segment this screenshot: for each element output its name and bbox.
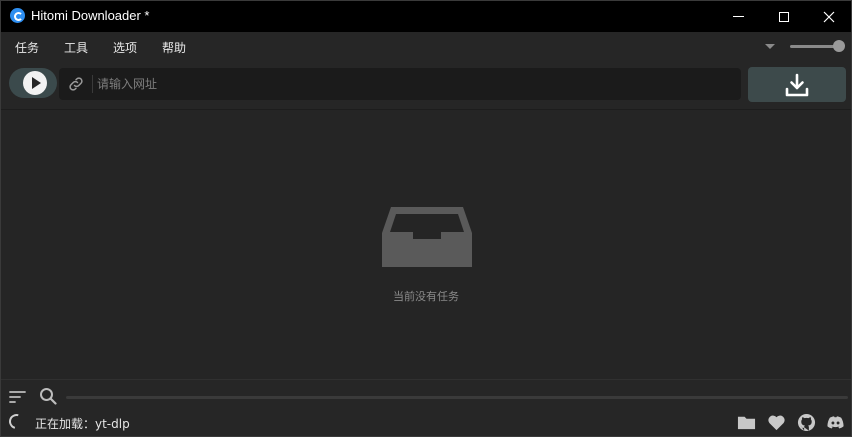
- toolbar: [1, 59, 851, 109]
- empty-message: 当前没有任务: [393, 290, 459, 303]
- status-text: 正在加载：yt-dlp: [35, 417, 130, 431]
- folder-icon[interactable]: [737, 413, 756, 432]
- play-icon: [23, 71, 47, 95]
- url-separator: [92, 75, 93, 93]
- close-button[interactable]: [806, 1, 852, 32]
- minimize-button[interactable]: [715, 1, 761, 32]
- discord-icon[interactable]: [826, 413, 845, 432]
- github-icon[interactable]: [797, 413, 816, 432]
- volume-slider[interactable]: [790, 45, 838, 48]
- download-button[interactable]: [748, 67, 846, 102]
- empty-tray-icon: [382, 207, 472, 267]
- loading-spinner-icon: [6, 411, 27, 432]
- title-bar[interactable]: Hitomi Downloader *: [1, 1, 851, 32]
- maximize-icon: [779, 11, 789, 22]
- sort-icon[interactable]: [9, 390, 26, 404]
- auto-start-toggle[interactable]: [9, 68, 57, 98]
- app-window: Hitomi Downloader * 任务 工具 选项 帮助 请输入网址 当前…: [0, 0, 852, 437]
- task-list[interactable]: 当前没有任务: [1, 109, 851, 379]
- window-title: Hitomi Downloader *: [31, 8, 150, 23]
- chevron-down-icon[interactable]: [765, 44, 775, 49]
- url-input[interactable]: [97, 68, 727, 100]
- menu-tasks[interactable]: 任务: [15, 39, 39, 56]
- link-icon: [69, 77, 83, 91]
- menu-bar: 任务 工具 选项 帮助: [1, 32, 851, 59]
- maximize-button[interactable]: [761, 1, 807, 32]
- volume-slider-handle[interactable]: [833, 40, 845, 52]
- menu-tools[interactable]: 工具: [64, 39, 88, 56]
- url-field[interactable]: [59, 68, 741, 100]
- menu-options[interactable]: 选项: [113, 39, 137, 56]
- hitomi-logo-icon: [10, 8, 25, 23]
- search-filter-bar[interactable]: [66, 396, 848, 399]
- close-icon: [823, 11, 835, 22]
- search-icon[interactable]: [39, 387, 57, 405]
- heart-icon[interactable]: [767, 413, 786, 432]
- minimize-icon: [732, 16, 744, 17]
- download-icon: [785, 73, 809, 96]
- status-bar: 正在加载：yt-dlp: [1, 379, 851, 436]
- menu-help[interactable]: 帮助: [162, 39, 186, 56]
